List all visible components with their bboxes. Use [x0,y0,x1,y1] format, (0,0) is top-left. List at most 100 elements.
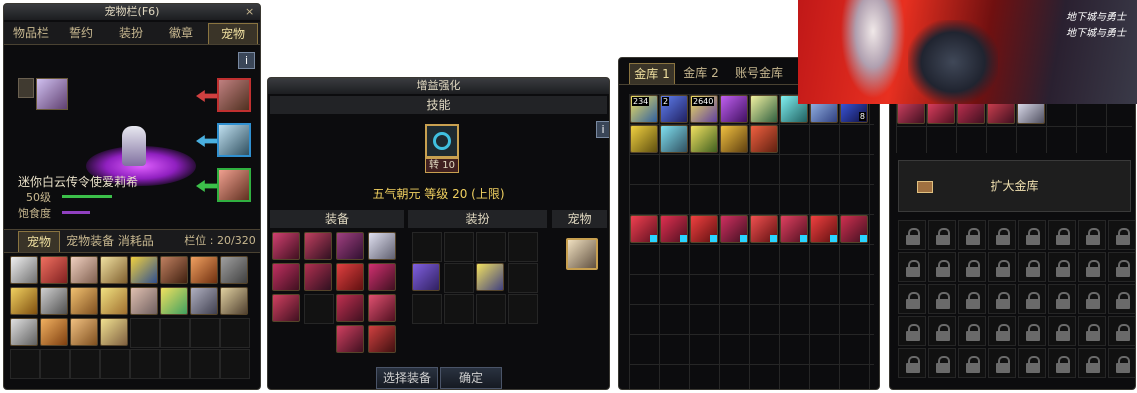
confirm-button[interactable]: 确定 [440,367,502,389]
pet-item[interactable] [130,287,158,315]
costume-item[interactable] [476,263,504,291]
empty-slot[interactable] [40,349,70,379]
equip-item[interactable] [368,232,396,260]
pet-portrait-slot[interactable] [36,78,68,110]
select-equip-button[interactable]: 选择装备 [376,367,438,389]
tab-oath[interactable]: 誓约 [58,23,104,43]
pet-item[interactable] [70,256,98,284]
buff-info-icon[interactable]: i [596,121,609,138]
pet-item[interactable] [100,256,128,284]
pet-window-close-icon[interactable]: × [245,6,256,17]
pet-item[interactable] [190,256,218,284]
pet-item[interactable] [160,287,188,315]
empty-slot[interactable] [444,232,474,262]
equip-item[interactable] [336,263,364,291]
locked-slot-icon [988,220,1016,250]
empty-slot[interactable] [508,263,538,293]
tab-costume[interactable]: 装扮 [108,23,154,43]
pet-item[interactable] [70,318,98,346]
skill-icon[interactable] [425,124,459,158]
bank-item[interactable] [720,215,748,243]
empty-slot[interactable] [444,294,474,324]
pet-item[interactable] [160,256,188,284]
pet-item[interactable] [190,287,218,315]
equip-item[interactable] [272,294,300,322]
pet-item[interactable] [130,256,158,284]
equip-item[interactable] [272,232,300,260]
equip-item[interactable] [304,232,332,260]
pet-item[interactable] [70,287,98,315]
expand-bank-button[interactable]: 扩大金库 [898,160,1131,212]
empty-slot[interactable] [508,232,538,262]
bank-item[interactable] [840,215,868,243]
empty-slot[interactable] [220,349,250,379]
empty-slot[interactable] [190,318,220,348]
equip-item[interactable] [336,294,364,322]
pet-item[interactable] [220,256,248,284]
empty-slot[interactable] [304,294,334,324]
tab-pet[interactable]: 宠物 [208,23,258,44]
bank-tab-1[interactable]: 金库 1 [629,63,675,84]
empty-slot[interactable] [160,318,190,348]
empty-slot[interactable] [100,349,130,379]
equip-item[interactable] [304,263,332,291]
pet-item[interactable] [100,287,128,315]
equip-item[interactable] [368,263,396,291]
empty-slot[interactable] [508,294,538,324]
equip-item[interactable] [368,325,396,353]
bank-item[interactable] [630,215,658,243]
equip-item[interactable] [368,294,396,322]
equip-item[interactable] [272,263,300,291]
bank-item[interactable] [750,125,778,153]
bank-item[interactable] [690,215,718,243]
empty-slot[interactable] [412,232,442,262]
bank-item[interactable] [720,95,748,123]
pet-item[interactable] [40,287,68,315]
bank-item[interactable] [750,215,778,243]
buff-pet-slot[interactable] [566,238,598,270]
pet-item[interactable] [220,287,248,315]
tab-inventory[interactable]: 物品栏 [8,23,54,43]
red-arrow-icon [196,90,218,102]
pet-equip-slot-green[interactable] [217,168,251,202]
bank-item[interactable] [810,215,838,243]
empty-slot[interactable] [476,294,506,324]
empty-slot[interactable] [10,349,40,379]
pet-item[interactable] [100,318,128,346]
empty-slot[interactable] [160,349,190,379]
pet-item[interactable] [10,256,38,284]
bank-item[interactable] [690,125,718,153]
bank-item[interactable] [630,125,658,153]
bank-item[interactable]: 2 [660,95,688,123]
pet-item[interactable] [40,318,68,346]
bank-item[interactable] [750,95,778,123]
bank-tab-2[interactable]: 金库 2 [677,63,725,83]
bank-item[interactable]: 2640 [690,95,718,123]
empty-slot[interactable] [130,349,160,379]
empty-slot[interactable] [476,232,506,262]
empty-slot[interactable] [412,294,442,324]
pet-equip-slot-red[interactable] [217,78,251,112]
pet-item[interactable] [10,318,38,346]
empty-slot[interactable] [70,349,100,379]
bank-tab-account[interactable]: 账号金库 [729,63,789,83]
tab-emblem[interactable]: 徽章 [158,23,204,43]
bank-item[interactable]: 234 [630,95,658,123]
bank-item[interactable] [720,125,748,153]
pet-item[interactable] [10,287,38,315]
subtab-equip-consumable[interactable]: 宠物装备 消耗品 [60,231,160,251]
pet-equip-slot-blue[interactable] [217,123,251,157]
empty-slot[interactable] [444,263,474,293]
pet-item[interactable] [40,256,68,284]
bank-item[interactable] [780,215,808,243]
bank-item[interactable] [660,215,688,243]
empty-slot[interactable] [220,318,250,348]
equip-item[interactable] [336,325,364,353]
bank-item[interactable] [660,125,688,153]
pet-info-icon[interactable]: i [238,52,255,69]
empty-slot[interactable] [130,318,160,348]
subtab-pet[interactable]: 宠物 [18,231,60,252]
empty-slot[interactable] [190,349,220,379]
costume-item[interactable] [412,263,440,291]
equip-item[interactable] [336,232,364,260]
